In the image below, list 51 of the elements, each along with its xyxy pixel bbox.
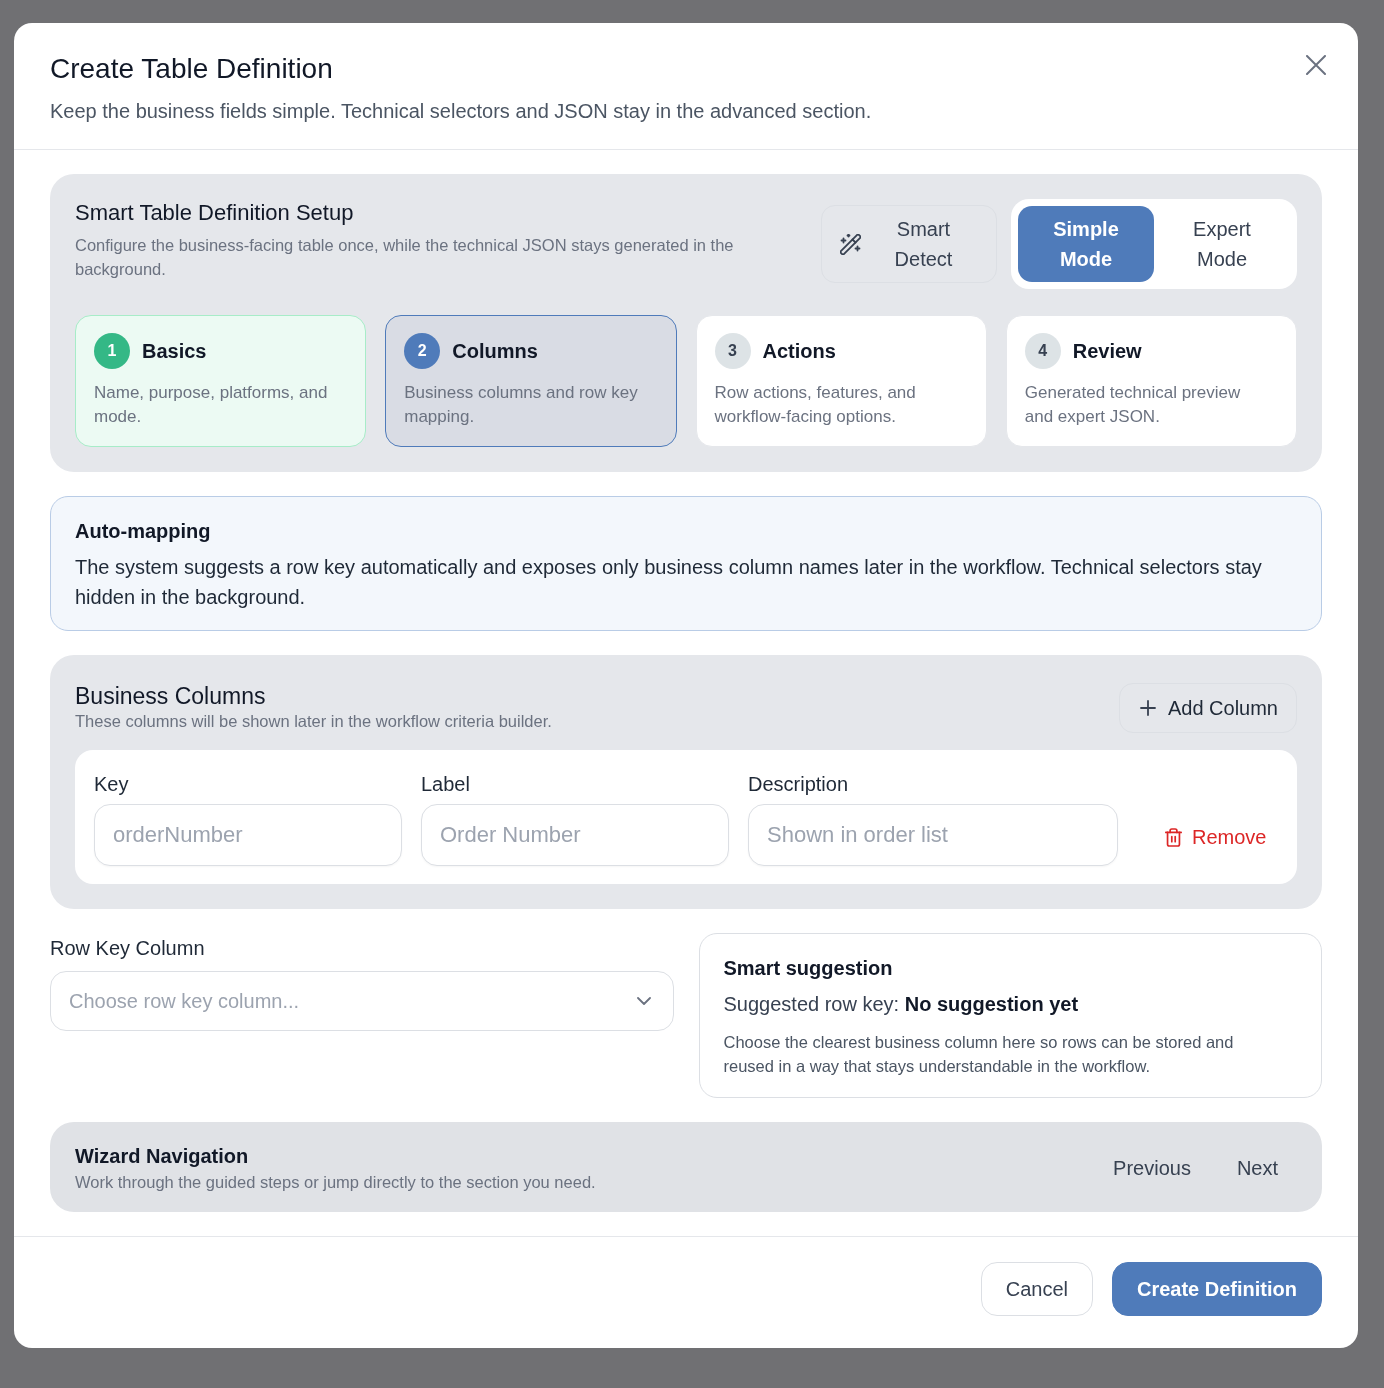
wizard-title: Wizard Navigation <box>75 1144 249 1169</box>
footer-button[interactable]: Cancel <box>980 1262 1093 1316</box>
suggestion-value: Suggested row key: No suggestion yet <box>723 992 1079 1017</box>
step-number: 1 <box>94 333 130 369</box>
mode-tab[interactable]: Expert Mode <box>1154 206 1290 282</box>
step-description: Name, purpose, platforms, and mode. <box>94 382 329 428</box>
step-title: Basics <box>142 339 207 363</box>
step-number: 4 <box>1024 333 1061 369</box>
step-number: 2 <box>404 333 441 369</box>
dialog-title: Create Table Definition <box>50 53 333 85</box>
step-card[interactable]: 3 Actions Row actions, features, and workflow-facing options. <box>695 315 987 447</box>
wand-sparkles-icon <box>840 233 861 255</box>
smart-detect-button[interactable]: Smart Detect <box>821 205 997 283</box>
step-description: Generated technical preview and expert JSON. <box>1024 382 1242 428</box>
step-description: Business columns and row key mapping. <box>404 382 639 428</box>
text-field[interactable]: orderNumber <box>94 804 402 866</box>
info-text: The system suggests a row key automatically and exposes only business column names later in the workflow. Technical selectors stay hidden in the background. <box>75 555 1263 610</box>
step-number: 3 <box>714 333 751 369</box>
dialog-subtitle: Keep the business fields simple. Technical selectors and JSON stay in the advanced section. <box>50 99 872 124</box>
setup-title: Smart Table Definition Setup <box>75 199 354 227</box>
columns-title: Business Columns <box>75 682 266 710</box>
step-card[interactable]: 4 Review Generated technical preview and expert JSON. <box>1005 315 1297 447</box>
step-description: Row actions, features, and workflow-facing options. <box>714 382 917 428</box>
info-title: Auto-mapping <box>75 519 211 544</box>
close-button[interactable] <box>1304 53 1328 77</box>
text-field[interactable]: Order Number <box>421 804 729 866</box>
mode-tab[interactable]: Simple Mode <box>1018 206 1154 282</box>
suggestion-title: Smart suggestion <box>723 956 893 981</box>
add-column-button[interactable]: Add Column <box>1118 683 1297 733</box>
field-label: Key <box>94 772 129 797</box>
remove-button[interactable]: Remove <box>1157 820 1275 854</box>
step-title: Review <box>1072 339 1142 363</box>
wizard-button[interactable]: Next <box>1217 1148 1297 1188</box>
step-card[interactable]: 1 Basics Name, purpose, platforms, and mode. <box>75 315 367 447</box>
trash-icon <box>1165 827 1182 847</box>
chevron-down-icon <box>636 997 651 1005</box>
close-icon <box>1306 55 1326 75</box>
field-label: Label <box>421 772 470 797</box>
step-title: Actions <box>762 339 836 363</box>
step-card[interactable]: 2 Columns Business columns and row key mapping. <box>385 315 677 447</box>
step-title: Columns <box>452 339 538 363</box>
row-key-label: Row Key Column <box>50 936 205 961</box>
footer-button[interactable]: Create Definition <box>1111 1262 1322 1316</box>
wizard-description: Work through the guided steps or jump directly to the section you need. <box>75 1172 596 1193</box>
field-label: Description <box>748 772 849 797</box>
suggestion-note: Choose the clearest business column here so rows can be stored and reused in a way that stays understandable in the workflow. <box>723 1032 1235 1077</box>
setup-description: Configure the business-facing table once, while the technical JSON stays generated in the background. <box>75 235 735 280</box>
wizard-button[interactable]: Previous <box>1094 1148 1210 1188</box>
columns-description: These columns will be shown later in the workflow criteria builder. <box>75 711 552 732</box>
plus-icon <box>1139 700 1156 716</box>
text-field[interactable]: Shown in order list <box>748 804 1118 866</box>
